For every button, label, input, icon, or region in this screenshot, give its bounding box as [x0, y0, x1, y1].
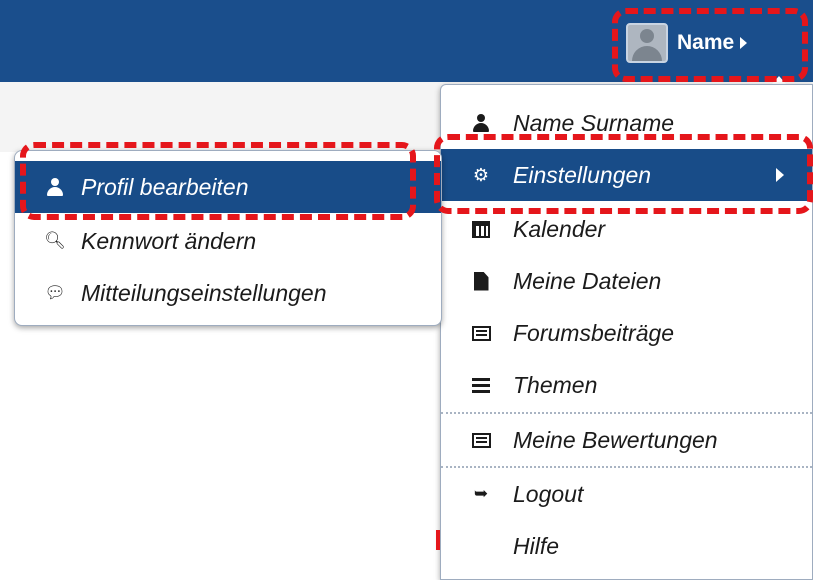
menu-item-einstellungen[interactable]: ⚙ Einstellungen: [441, 149, 812, 201]
help-icon: ?: [471, 536, 491, 556]
user-icon: [471, 113, 491, 133]
menu-item-kalender[interactable]: Kalender: [441, 203, 812, 255]
menu-item-label: Themen: [513, 371, 598, 398]
user-avatar-icon: [626, 23, 668, 63]
menu-item-label: Forumsbeiträge: [513, 319, 675, 346]
gear-icon: ⚙: [472, 164, 490, 185]
user-menu-toggle[interactable]: Name: [626, 22, 748, 64]
menu-item-label: Meine Bewertungen: [513, 426, 718, 453]
submenu-arrow-icon: [776, 168, 784, 182]
chat-bubbles-icon: 💬︎: [44, 283, 66, 302]
forum-icon: [471, 323, 491, 343]
caret-right-icon: [740, 37, 748, 49]
menu-item-name-surname[interactable]: Name Surname: [441, 97, 812, 149]
menu-item-label: Name Surname: [513, 109, 675, 136]
submenu-item-kennwort-aendern[interactable]: 🔍︎ Kennwort ändern: [15, 215, 441, 267]
submenu-item-label: Mitteilungseinstellungen: [81, 279, 327, 306]
menu-item-label: Einstellungen: [513, 161, 652, 188]
submenu-item-profil-bearbeiten[interactable]: Profil bearbeiten: [15, 161, 441, 213]
user-dropdown-menu: Name Surname ⚙ Einstellungen Kalender Me…: [440, 84, 813, 580]
grades-icon: [471, 430, 491, 450]
settings-submenu: Profil bearbeiten 🔍︎ Kennwort ändern 💬︎ …: [14, 150, 442, 326]
highlight-edge-mark: [436, 530, 440, 550]
file-icon: [471, 271, 491, 291]
calendar-icon: [471, 219, 491, 239]
submenu-item-label: Profil bearbeiten: [81, 173, 249, 200]
menu-item-forumsbeitraege[interactable]: Forumsbeiträge: [441, 307, 812, 359]
submenu-item-label: Kennwort ändern: [81, 227, 257, 254]
menu-item-logout[interactable]: ➥ Logout: [441, 468, 812, 520]
menu-item-themen[interactable]: Themen: [441, 359, 812, 411]
menu-item-hilfe[interactable]: ? Hilfe: [441, 520, 812, 572]
key-icon: 🔍︎: [44, 231, 66, 250]
menu-item-meine-dateien[interactable]: Meine Dateien: [441, 255, 812, 307]
submenu-item-mitteilungseinstellungen[interactable]: 💬︎ Mitteilungseinstellungen: [15, 267, 441, 319]
logout-icon: ➥: [473, 484, 489, 503]
menu-item-meine-bewertungen[interactable]: Meine Bewertungen: [441, 414, 812, 466]
menu-item-label: Meine Dateien: [513, 267, 662, 294]
dropdown-pointer: [772, 76, 786, 84]
menu-item-label: Kalender: [513, 215, 606, 242]
user-name-label: Name: [677, 31, 735, 54]
menu-item-label: Hilfe: [513, 532, 560, 559]
list-icon: [471, 375, 491, 395]
user-icon: [45, 177, 65, 197]
menu-item-label: Logout: [513, 480, 584, 507]
